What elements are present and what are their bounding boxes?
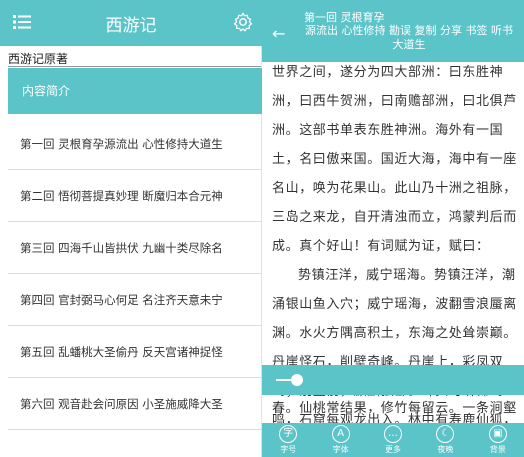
paragraph: 世界之间，遂分为四大部洲：曰东胜神洲，曰西牛贺洲，曰南赡部洲，曰北俱芦洲。这部书… [272,65,517,254]
action-menu[interactable]: 源流出 心性修持 勘误 复制 分享 书签 听书 大道生 [302,24,516,52]
toolbar-label: 夜晚 [437,445,454,454]
toolbar-font-size[interactable]: 字 字号 [262,423,314,457]
reader-toolbar: 字 字号 A 字体 … 更多 ☾ 夜晚 ▣ 背景 [262,423,524,457]
chapter-item[interactable]: 第二回 悟彻菩提真妙理 断魔归本合元神 [8,170,262,222]
reader-panel: 世界之间，遂分为四大部洲：曰东胜神洲，曰西牛贺洲，曰南赡部洲，曰北俱芦洲。这部书… [262,0,524,457]
app-title: 西游记 [105,16,157,36]
toolbar-label: 更多 [385,445,402,454]
chapter-item[interactable]: 第五回 乱蟠桃大圣偷丹 反天宫诸神捉怪 [8,326,262,378]
toolbar-font-family[interactable]: A 字体 [314,423,366,457]
night-mode-icon: ☾ [436,425,455,443]
gear-icon[interactable] [232,11,254,33]
toolbar-background[interactable]: ▣ 背景 [472,423,524,457]
paragraph-tail: 春。仙桃常结果，修竹每留云。一条涧壑 [272,401,517,416]
progress-slider-handle[interactable] [291,374,304,386]
background-icon: ▣ [488,425,507,443]
chapter-list: 第一回 灵根育孕源流出 心性修持大道生 第二回 悟彻菩提真妙理 断魔归本合元神 … [8,118,262,430]
book-name-label: 西游记原著 [8,52,69,66]
chapter-item[interactable]: 第一回 灵根育孕源流出 心性修持大道生 [8,118,262,170]
toolbar-label: 字体 [332,445,349,454]
chapter-list-panel: 西游记 西游记原著 内容简介 第一回 灵根育孕源流出 心性修持大道生 第二回 悟… [0,0,262,457]
toolbar-more[interactable]: … 更多 [367,423,419,457]
progress-bar [262,365,524,395]
font-family-icon: A [331,425,350,443]
chapter-item[interactable]: 第三回 四海千山皆拱伏 九幽十类尽除名 [8,222,262,274]
chapter-item[interactable]: 第六回 观音赴会问原因 小圣施威降大圣 [8,378,262,430]
intro-item[interactable]: 内容简介 [8,68,262,114]
left-top-bar: 西游记 [0,0,262,46]
divider [8,66,261,67]
toolbar-label: 字号 [280,445,297,454]
toolbar-label: 背景 [489,445,506,454]
more-icon: … [384,425,403,443]
reader-top-bar: ← 第一回 灵根育孕 源流出 心性修持 勘误 复制 分享 书签 听书 大道生 [262,0,524,62]
toolbar-night-mode[interactable]: ☾ 夜晚 [419,423,471,457]
chapter-title: 第一回 灵根育孕 [304,11,385,24]
chapter-item[interactable]: 第四回 官封弼马心何足 名注齐天意未宁 [8,274,262,326]
font-size-icon: 字 [279,425,298,443]
back-arrow-icon[interactable]: ← [272,24,285,43]
